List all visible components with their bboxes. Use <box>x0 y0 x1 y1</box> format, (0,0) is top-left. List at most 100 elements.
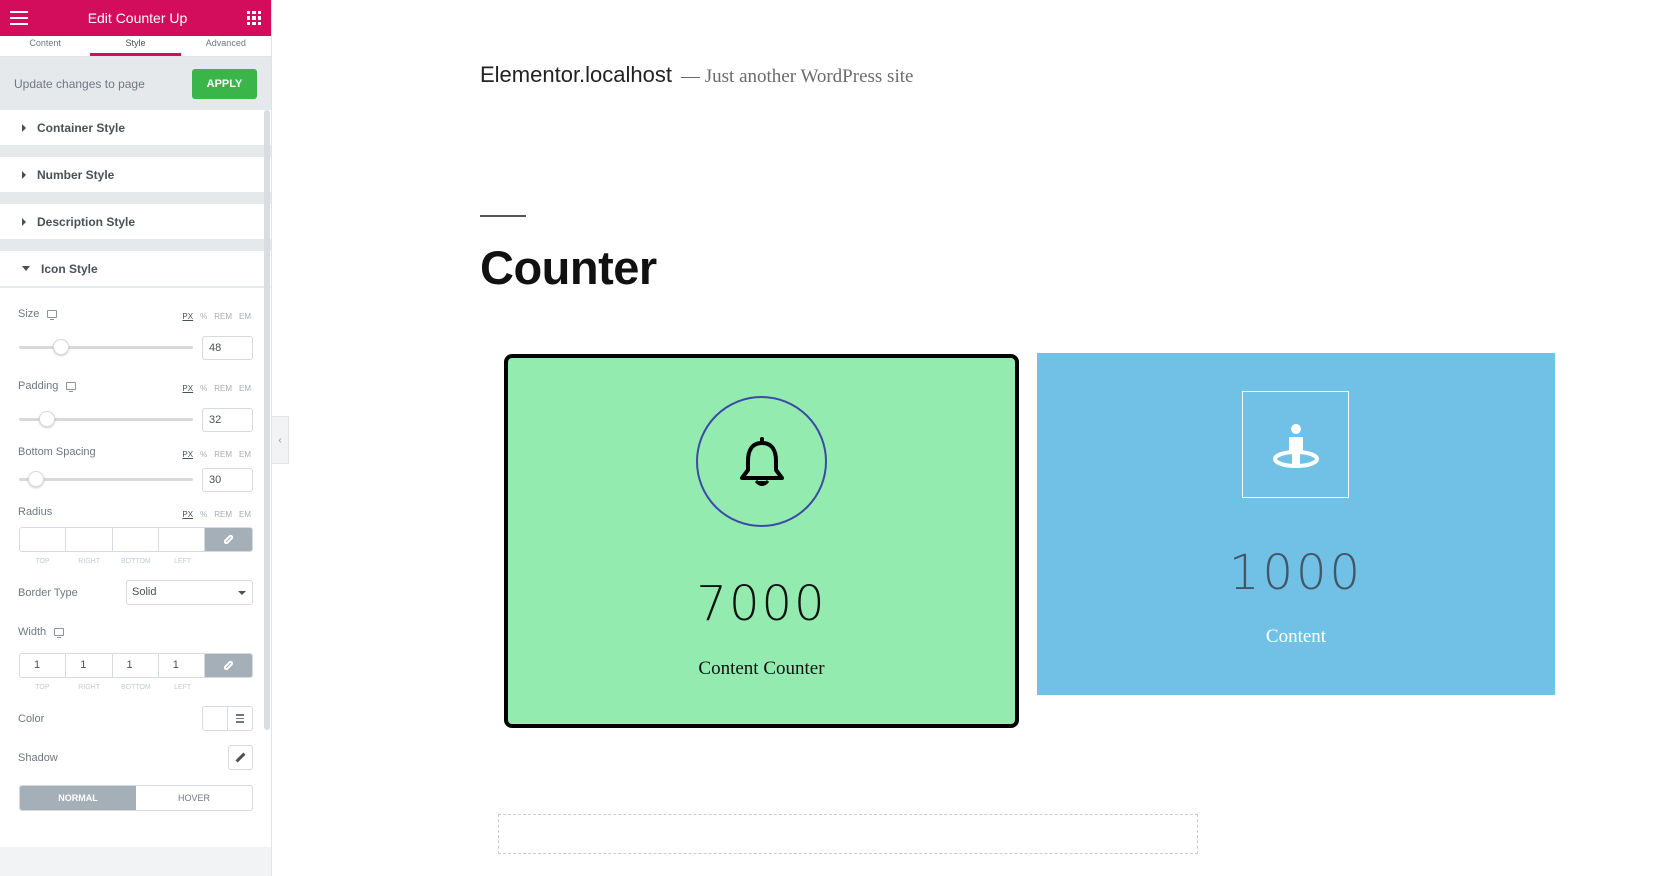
section-container-style[interactable]: Container Style <box>0 110 271 146</box>
site-title[interactable]: Elementor.localhost <box>480 62 672 88</box>
unit-px[interactable]: PX <box>182 510 193 519</box>
tab-style[interactable]: Style <box>90 36 181 56</box>
editor-panel: Edit Counter Up Content Style Advanced U… <box>0 0 272 876</box>
unit-rem[interactable]: REM <box>214 384 232 393</box>
counter-number: 7000 <box>696 576 827 632</box>
radius-label: Radius <box>18 506 53 518</box>
counter-number: 1000 <box>1228 545 1364 601</box>
width-label: Width <box>18 626 65 638</box>
padding-slider[interactable] <box>19 411 193 427</box>
unit-em[interactable]: EM <box>239 312 251 321</box>
desktop-icon[interactable] <box>66 382 77 392</box>
dropdown-arrow-icon <box>238 591 246 595</box>
radius-units: PX% REM EM <box>182 510 251 519</box>
tab-advanced[interactable]: Advanced <box>181 36 271 56</box>
width-top-input[interactable]: 1 <box>20 654 67 677</box>
counter-card-1[interactable]: 7000 Content Counter <box>504 354 1019 728</box>
width-dimensions: 1 1 1 1 <box>19 653 253 678</box>
person-pin-icon <box>1272 423 1319 468</box>
unit-rem[interactable]: REM <box>214 510 232 519</box>
caret-right-icon <box>22 123 26 132</box>
color-picker[interactable] <box>202 706 253 731</box>
tab-normal[interactable]: NORMAL <box>20 786 136 810</box>
section-label: Icon Style <box>41 261 98 276</box>
desktop-icon[interactable] <box>47 310 58 320</box>
caret-right-icon <box>22 217 26 226</box>
border-type-select[interactable]: Solid <box>126 580 253 605</box>
unit-em[interactable]: EM <box>239 450 251 459</box>
link-icon <box>222 659 235 672</box>
caret-right-icon <box>22 170 26 179</box>
unit-px[interactable]: PX <box>182 312 193 321</box>
radius-dimension-labels: TOP RIGHT BOTTOM LEFT <box>35 558 192 565</box>
panel-collapse-button[interactable]: ‹ <box>272 416 289 464</box>
counter-card-2[interactable]: 1000 Content <box>1037 353 1555 695</box>
state-tabs: NORMAL HOVER <box>19 785 253 811</box>
counter-icon-wrapper <box>1242 391 1349 498</box>
apply-button[interactable]: APPLY <box>192 68 257 99</box>
bottom-spacing-input[interactable]: 30 <box>202 468 253 492</box>
link-icon <box>222 533 235 546</box>
size-slider-handle[interactable] <box>53 339 69 355</box>
unit-percent[interactable]: % <box>200 510 207 519</box>
width-right-input[interactable]: 1 <box>66 654 113 677</box>
chevron-left-icon: ‹ <box>278 434 282 446</box>
caret-down-icon <box>22 266 30 271</box>
heading-divider <box>480 215 526 217</box>
bottom-spacing-label: Bottom Spacing <box>18 446 96 458</box>
bottom-spacing-slider[interactable] <box>19 471 193 487</box>
border-type-label: Border Type <box>18 587 78 599</box>
counter-description: Content <box>1265 626 1327 647</box>
unit-rem[interactable]: REM <box>214 450 232 459</box>
add-section-placeholder[interactable] <box>498 814 1198 854</box>
padding-input[interactable]: 32 <box>202 408 253 432</box>
width-left-input[interactable]: 1 <box>158 654 205 677</box>
bottom-spacing-units: PX% REM EM <box>182 450 251 459</box>
unit-px[interactable]: PX <box>182 384 193 393</box>
unit-rem[interactable]: REM <box>214 312 232 321</box>
widgets-grid-icon[interactable] <box>246 11 261 25</box>
bottom-spacing-slider-handle[interactable] <box>28 471 44 487</box>
padding-slider-handle[interactable] <box>39 411 55 427</box>
width-link-button[interactable] <box>205 654 252 677</box>
section-label: Container Style <box>37 120 126 135</box>
site-tagline: — Just another WordPress site <box>681 66 914 87</box>
database-icon <box>236 714 244 723</box>
unit-em[interactable]: EM <box>239 384 251 393</box>
radius-right-input[interactable] <box>66 528 113 551</box>
page-title: Counter <box>480 241 657 294</box>
section-label: Description Style <box>37 214 136 229</box>
radius-link-button[interactable] <box>205 528 252 551</box>
unit-percent[interactable]: % <box>200 450 207 459</box>
unit-percent[interactable]: % <box>200 312 207 321</box>
unit-percent[interactable]: % <box>200 384 207 393</box>
color-swatch[interactable] <box>203 707 228 730</box>
panel-tabs: Content Style Advanced <box>0 36 271 57</box>
radius-dimensions <box>19 527 253 552</box>
section-description-style[interactable]: Description Style <box>0 204 271 240</box>
tab-hover[interactable]: HOVER <box>136 786 252 810</box>
desktop-icon[interactable] <box>54 628 65 638</box>
global-colors-button[interactable] <box>228 707 252 730</box>
counter-icon-wrapper <box>696 396 827 527</box>
section-number-style[interactable]: Number Style <box>0 157 271 193</box>
panel-scrollbar[interactable] <box>264 110 270 730</box>
size-slider[interactable] <box>19 339 193 355</box>
unit-em[interactable]: EM <box>239 510 251 519</box>
radius-bottom-input[interactable] <box>112 528 159 551</box>
hamburger-menu-icon[interactable] <box>10 11 28 25</box>
unit-px[interactable]: PX <box>182 450 193 459</box>
width-bottom-input[interactable]: 1 <box>112 654 159 677</box>
size-units: PX% REM EM <box>182 312 251 321</box>
width-dimension-labels: TOP RIGHT BOTTOM LEFT <box>35 684 192 691</box>
shadow-edit-button[interactable] <box>228 745 253 770</box>
tab-content[interactable]: Content <box>0 36 90 56</box>
radius-top-input[interactable] <box>20 528 67 551</box>
size-input[interactable]: 48 <box>202 336 253 360</box>
pencil-icon <box>235 752 246 763</box>
panel-header: Edit Counter Up <box>0 0 271 36</box>
radius-left-input[interactable] <box>158 528 205 551</box>
icon-style-controls: Size PX% REM EM 48 Padding PX% REM EM 32 Bot… <box>0 287 271 847</box>
apply-message: Update changes to page <box>14 76 145 91</box>
section-icon-style[interactable]: Icon Style <box>0 251 271 287</box>
